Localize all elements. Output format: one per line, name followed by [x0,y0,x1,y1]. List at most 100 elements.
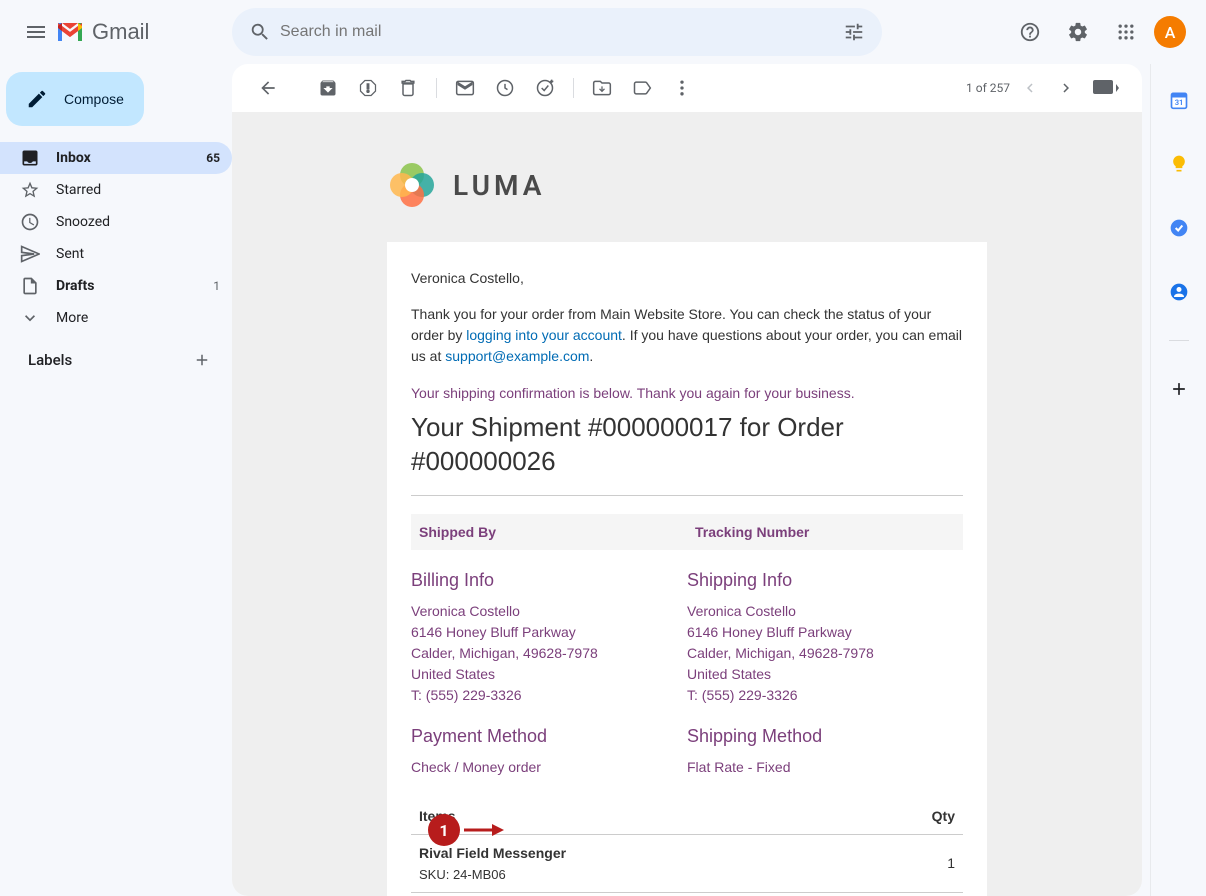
search-bar [232,8,882,56]
sidebar-item-drafts[interactable]: Drafts 1 [0,270,232,302]
mark-unread-button[interactable] [445,68,485,108]
shipping-info-block: Shipping Info Veronica Costello 6146 Hon… [687,570,963,706]
spam-button[interactable] [348,68,388,108]
side-addons-panel: 31 [1150,64,1206,896]
input-tools-button[interactable] [1086,72,1126,104]
billing-info-block: Billing Info Veronica Costello 6146 Hone… [411,570,687,706]
login-link[interactable]: logging into your account [466,327,622,343]
billing-street: 6146 Honey Bluff Parkway [411,622,687,643]
keep-addon[interactable] [1159,144,1199,184]
send-icon [20,244,40,264]
nav-label: More [56,310,88,326]
back-button[interactable] [248,68,288,108]
apps-button[interactable] [1106,12,1146,52]
email-body-paragraph: Thank you for your order from Main Websi… [411,304,963,367]
label-icon [632,78,652,98]
plus-icon [1169,379,1189,399]
billing-country: United States [411,664,687,685]
search-options-button[interactable] [834,12,874,52]
email-greeting: Veronica Costello, [411,270,963,286]
clock-icon [20,212,40,232]
shipping-phone: T: (555) 229-3326 [687,685,963,706]
shipping-street: 6146 Honey Bluff Parkway [687,622,963,643]
support-email-link[interactable]: support@example.com [445,348,589,364]
item-name: Rival Field Messenger [419,845,848,861]
gmail-icon [56,21,84,43]
gmail-logo[interactable]: Gmail [56,19,149,45]
item-sku: SKU: 24-MB06 [419,867,848,882]
trash-icon [398,78,418,98]
calendar-icon: 31 [1169,90,1189,110]
search-input[interactable] [280,23,834,41]
draft-icon [20,276,40,296]
luma-brand-text: LUMA [453,169,545,202]
nav-count: 1 [213,279,220,293]
add-label-button[interactable] [188,346,216,374]
folder-move-icon [592,78,612,98]
sidebar-item-snoozed[interactable]: Snoozed [0,206,232,238]
contacts-icon [1169,282,1189,302]
contacts-addon[interactable] [1159,272,1199,312]
chevron-down-icon [20,308,40,328]
plus-icon [193,351,211,369]
snooze-button[interactable] [485,68,525,108]
sidebar-item-starred[interactable]: Starred [0,174,232,206]
shipmethod-title: Shipping Method [687,726,963,747]
nav-label: Snoozed [56,214,110,230]
label-button[interactable] [622,68,662,108]
spam-icon [358,78,378,98]
gear-icon [1067,21,1089,43]
billing-title: Billing Info [411,570,687,591]
more-actions-button[interactable] [662,68,702,108]
account-avatar[interactable]: A [1154,16,1186,48]
settings-button[interactable] [1058,12,1098,52]
compose-button[interactable]: Compose [6,72,144,126]
apps-icon [1116,22,1136,42]
calendar-addon[interactable]: 31 [1159,80,1199,120]
payment-method-block: Payment Method Check / Money order [411,726,687,778]
tasks-icon [1169,218,1189,238]
nav-label: Drafts [56,278,94,294]
search-icon [249,21,271,43]
keep-icon [1169,154,1189,174]
main-panel: 1 of 257 LUMA [232,64,1142,896]
help-icon [1019,21,1041,43]
prev-button[interactable] [1014,72,1046,104]
email-viewport[interactable]: LUMA Veronica Costello, Thank you for yo… [232,112,1142,896]
mail-icon [455,78,475,98]
tracking-number-header: Tracking Number [687,514,963,550]
chevron-right-icon [1057,79,1075,97]
payment-value: Check / Money order [411,757,687,778]
confirmation-text: Your shipping confirmation is below. Tha… [411,385,963,401]
shipping-city: Calder, Michigan, 49628-7978 [687,643,963,664]
next-button[interactable] [1050,72,1082,104]
pager-text: 1 of 257 [966,81,1010,95]
more-vert-icon [672,78,692,98]
shipped-by-header: Shipped By [411,514,687,550]
shipmethod-value: Flat Rate - Fixed [687,757,963,778]
main-menu-button[interactable] [16,12,56,52]
nav-label: Sent [56,246,84,262]
nav-count: 65 [206,151,220,165]
luma-logo-icon [387,160,437,210]
email-content-card: Veronica Costello, Thank you for your or… [387,242,987,896]
star-icon [20,180,40,200]
shipping-title: Shipping Info [687,570,963,591]
hamburger-icon [24,20,48,44]
sidebar-item-inbox[interactable]: Inbox 65 [0,142,232,174]
shipping-name: Veronica Costello [687,601,963,622]
payment-title: Payment Method [411,726,687,747]
search-button[interactable] [240,12,280,52]
sidebar-item-more[interactable]: More [0,302,232,334]
get-addons-button[interactable] [1159,369,1199,409]
nav-label: Inbox [56,150,91,166]
compose-label: Compose [64,91,124,107]
move-button[interactable] [582,68,622,108]
add-task-button[interactable] [525,68,565,108]
sidebar-item-sent[interactable]: Sent [0,238,232,270]
support-button[interactable] [1010,12,1050,52]
archive-button[interactable] [308,68,348,108]
tasks-addon[interactable] [1159,208,1199,248]
delete-button[interactable] [388,68,428,108]
labels-title: Labels [28,351,72,369]
